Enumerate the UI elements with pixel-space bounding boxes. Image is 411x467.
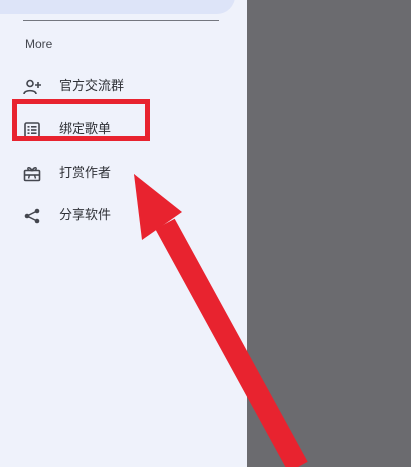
gift-icon — [23, 167, 41, 182]
share-icon — [24, 208, 40, 224]
drawer-divider — [23, 20, 219, 21]
drawer-header-card[interactable] — [0, 0, 235, 14]
section-title-more: More — [25, 37, 53, 51]
drawer-item-label: 分享软件 — [59, 208, 112, 223]
group-add-icon — [23, 79, 41, 95]
navigation-drawer: More 官方交流群 绑定歌单 打赏作者 分享软件 — [0, 0, 247, 467]
drawer-item-label: 打赏作者 — [59, 166, 112, 181]
screen: More 官方交流群 绑定歌单 打赏作者 分享软件 — [0, 0, 411, 467]
drawer-item-tip-author[interactable]: 打赏作者 — [12, 154, 234, 194]
drawer-item-label: 官方交流群 — [59, 79, 125, 94]
drawer-item-share-app[interactable]: 分享软件 — [12, 196, 234, 236]
annotation-highlight-box — [12, 99, 150, 141]
